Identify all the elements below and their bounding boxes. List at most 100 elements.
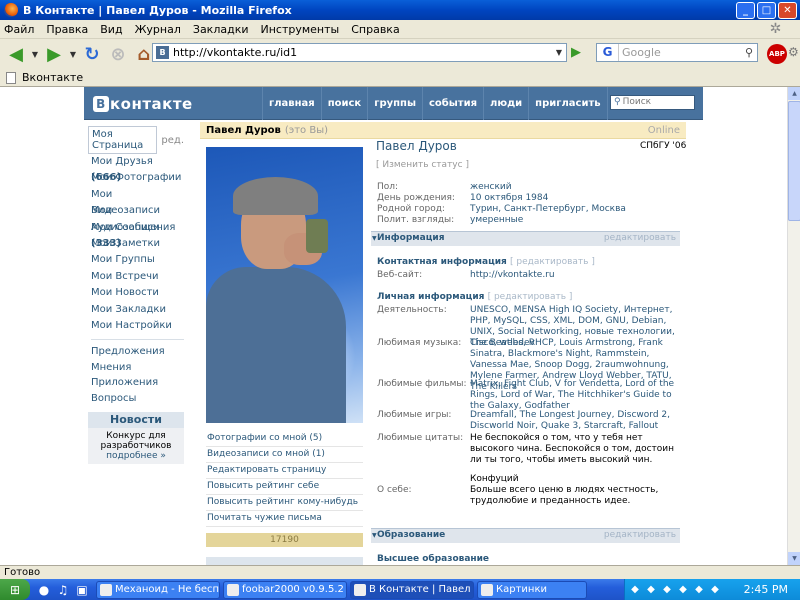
menu-apps[interactable]: Приложения — [88, 375, 184, 391]
info-value[interactable]: женский — [470, 182, 680, 193]
google-icon[interactable]: G — [597, 44, 619, 61]
link-videos-with-me[interactable]: Видеозаписи со мной (1) — [206, 447, 363, 463]
nav-search[interactable]: поиск — [320, 87, 368, 120]
vk-logo[interactable]: В контакте — [93, 95, 193, 113]
news-more-link[interactable]: подробнее » — [106, 451, 166, 461]
profile-university[interactable]: СПбГУ '06 — [640, 141, 686, 151]
menu-questions[interactable]: Вопросы — [88, 391, 184, 407]
menu-history[interactable]: Журнал — [135, 23, 181, 36]
link-photos-with-me[interactable]: Фотографии со мной (5) — [206, 431, 363, 447]
forward-history-icon[interactable]: ▼ — [68, 42, 78, 66]
tray-icon[interactable]: ◆ — [661, 584, 673, 596]
link-raise-rating-other[interactable]: Повысить рейтинг кому-нибудь — [206, 495, 363, 511]
profile-name: Павел Дуров — [376, 139, 457, 153]
info-value[interactable]: Matrix, Fight Club, V for Vendetta, Lord… — [470, 379, 680, 412]
info-key: Веб-сайт: — [377, 270, 423, 280]
media-icon[interactable]: ♫ — [55, 582, 71, 598]
search-icon[interactable]: ⚲ — [741, 46, 757, 59]
menu-events[interactable]: Мои Встречи — [88, 269, 184, 285]
url-dropdown-icon[interactable]: ▼ — [552, 44, 566, 61]
menu-photos[interactable]: Мои Фотографии — [88, 170, 184, 186]
info-value[interactable]: умеренные — [470, 215, 680, 226]
task-firefox[interactable]: В Контакте | Павел Д... — [350, 580, 474, 599]
forward-icon[interactable]: ▶ — [42, 42, 66, 66]
info-value[interactable]: Dreamfall, The Longest Journey, Discword… — [470, 410, 680, 432]
start-button[interactable]: ⊞ — [0, 579, 30, 600]
menu-videos[interactable]: Мои Видеозаписи — [88, 187, 184, 216]
menu-notes[interactable]: Мои Заметки — [88, 236, 184, 252]
gear-icon[interactable]: ⚙ — [788, 45, 800, 63]
vk-search-input[interactable]: ⚲ Поиск — [610, 95, 695, 110]
url-input[interactable]: http://vkontakte.ru/id1 — [173, 46, 552, 59]
profile-photo[interactable] — [206, 147, 363, 423]
search-bar[interactable]: G Google ⚲ — [596, 43, 758, 62]
folder-icon — [481, 583, 493, 596]
menu-edit[interactable]: Правка — [46, 23, 88, 36]
task-pictures[interactable]: Картинки — [477, 580, 587, 599]
link-read-letters[interactable]: Почитать чужие письма — [206, 511, 363, 527]
tray-icon[interactable]: ◆ — [629, 584, 641, 596]
change-status-link[interactable]: [ Изменить статус ] — [376, 160, 469, 170]
tray-icon[interactable]: ◆ — [645, 584, 657, 596]
personal-edit[interactable]: [ редактировать ] — [488, 292, 573, 302]
firefox-icon[interactable]: ● — [36, 582, 52, 598]
link-raise-rating-self[interactable]: Повысить рейтинг себе — [206, 479, 363, 495]
nav-invite[interactable]: пригласить — [528, 87, 606, 120]
section-info-bar[interactable]: ▼ Информация редактировать — [371, 231, 680, 246]
menu-friends[interactable]: Мои Друзья (666) — [88, 154, 184, 183]
scroll-up-icon[interactable]: ▲ — [788, 87, 800, 100]
contact-edit[interactable]: [ редактировать ] — [510, 257, 595, 267]
nav-events[interactable]: события — [421, 87, 483, 120]
menu-tools[interactable]: Инструменты — [261, 23, 340, 36]
my-page-link[interactable]: Моя Страница — [88, 126, 158, 154]
close-button[interactable]: ✕ — [778, 1, 797, 19]
task-mechanoid[interactable]: Механоид - Не беспо... — [96, 580, 220, 599]
section-edu-bar[interactable]: ▼ Образование редактировать — [371, 528, 680, 543]
bookmark-vkontakte[interactable]: Вконтакте — [22, 71, 83, 84]
info-value: Больше всего ценю в людях честность, тру… — [470, 485, 659, 506]
website-link[interactable]: http://vkontakte.ru — [470, 270, 680, 281]
menu-file[interactable]: Файл — [4, 23, 34, 36]
section-edu-edit[interactable]: редактировать — [604, 530, 676, 540]
menu-messages[interactable]: Мои Сообщения (333) — [88, 220, 184, 249]
news-title[interactable]: Новости — [88, 412, 184, 429]
stop-icon[interactable]: ⊗ — [106, 42, 130, 66]
clock: 2:45 PM — [743, 582, 788, 596]
desktop-icon[interactable]: ▣ — [74, 582, 90, 598]
menu-bookmarks[interactable]: Мои Закладки — [88, 302, 184, 318]
adblock-icon[interactable]: ABP — [767, 44, 787, 64]
go-icon[interactable]: ▶ — [571, 45, 587, 61]
scroll-thumb[interactable] — [788, 101, 800, 221]
back-history-icon[interactable]: ▼ — [30, 42, 40, 66]
maximize-button[interactable]: □ — [757, 1, 776, 19]
tray-icon[interactable]: ◆ — [709, 584, 721, 596]
scroll-down-icon[interactable]: ▼ — [788, 552, 800, 565]
link-edit-page[interactable]: Редактировать страницу — [206, 463, 363, 479]
menu-groups[interactable]: Мои Группы — [88, 252, 184, 268]
info-value[interactable]: 10 октября 1984 — [470, 193, 680, 204]
task-label: Механоид - Не беспо... — [115, 584, 220, 595]
menu-bookmarks[interactable]: Закладки — [193, 23, 249, 36]
minimize-button[interactable]: _ — [736, 1, 755, 19]
nav-home[interactable]: главная — [262, 87, 321, 120]
menu-news[interactable]: Мои Новости — [88, 285, 184, 301]
tray-icon[interactable]: ◆ — [677, 584, 689, 596]
vertical-scrollbar[interactable]: ▲ ▼ — [787, 87, 800, 565]
reload-icon[interactable]: ↻ — [80, 42, 104, 66]
news-text: Конкурс для разработчиков подробнее » — [88, 428, 184, 464]
info-value[interactable]: Турин, Санкт-Петербург, Москва — [470, 204, 680, 215]
url-bar[interactable]: В http://vkontakte.ru/id1 ▼ — [152, 43, 567, 62]
nav-groups[interactable]: группы — [367, 87, 422, 120]
menu-offers[interactable]: Предложения — [88, 344, 184, 360]
menu-view[interactable]: Вид — [100, 23, 122, 36]
nav-people[interactable]: люди — [483, 87, 528, 120]
tray-icon[interactable]: ◆ — [693, 584, 705, 596]
back-icon[interactable]: ◀ — [4, 42, 28, 66]
task-foobar[interactable]: foobar2000 v0.9.5.2 — [223, 580, 347, 599]
menu-opinions[interactable]: Мнения — [88, 360, 184, 376]
menu-settings[interactable]: Мои Настройки — [88, 318, 184, 334]
edit-link[interactable]: ред. — [161, 135, 184, 146]
section-info-edit[interactable]: редактировать — [604, 233, 676, 243]
search-input[interactable]: Google — [619, 46, 741, 59]
menu-help[interactable]: Справка — [351, 23, 399, 36]
